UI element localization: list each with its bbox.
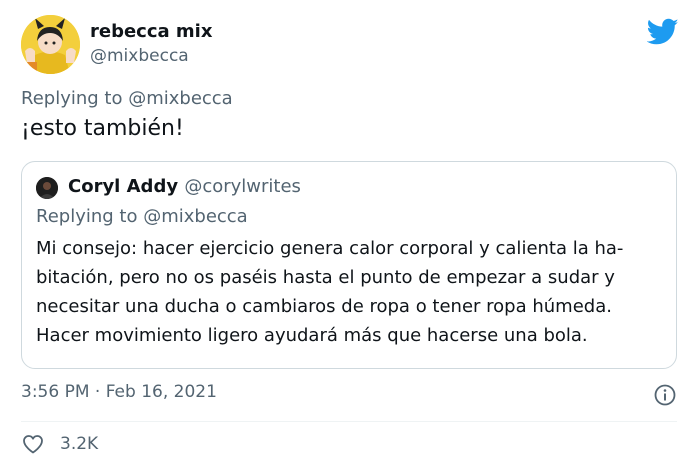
quoted-text-line: Hacer movimiento ligero ayudará más que … [36,325,588,346]
quoted-text-line: bitación, pero no os paséis hasta el pun… [36,267,615,288]
quoted-replying-to-line: Replying to @mixbecca [36,206,248,227]
heart-icon[interactable] [21,432,45,456]
quoted-tweet-text: Mi consejo: hacer ejercicio genera calor… [36,234,661,350]
replying-to-handle-link[interactable]: @mixbecca [128,88,233,109]
author-display-name[interactable]: rebecca mix [90,21,212,42]
info-icon[interactable] [653,383,677,407]
quoted-author-line: Coryl Addy @corylwrites [68,176,301,197]
quoted-replying-to-handle-link[interactable]: @mixbecca [143,206,248,227]
quoted-replying-to-prefix: Replying to [36,206,144,227]
divider [21,421,677,422]
quoted-author-handle[interactable]: @corylwrites [184,176,301,197]
tweet-text: ¡esto también! [21,116,184,141]
tweet-timestamp[interactable]: 3:56 PM · Feb 16, 2021 [21,382,217,402]
replying-to-line: Replying to @mixbecca [21,88,233,109]
author-avatar[interactable] [21,15,80,74]
quoted-tweet-card[interactable]: Coryl Addy @corylwrites Replying to @mix… [21,161,677,369]
replying-to-prefix: Replying to [21,88,129,109]
quoted-author-avatar[interactable] [36,177,58,199]
quoted-author-display-name[interactable]: Coryl Addy [68,176,178,197]
quoted-text-line: Mi consejo: hacer ejercicio genera calor… [36,238,624,259]
like-count: 3.2K [60,434,99,454]
twitter-bird-icon[interactable] [647,18,679,46]
quoted-text-line: necesitar una ducha o cambiaros de ropa … [36,296,612,317]
author-handle[interactable]: @mixbecca [90,46,189,66]
